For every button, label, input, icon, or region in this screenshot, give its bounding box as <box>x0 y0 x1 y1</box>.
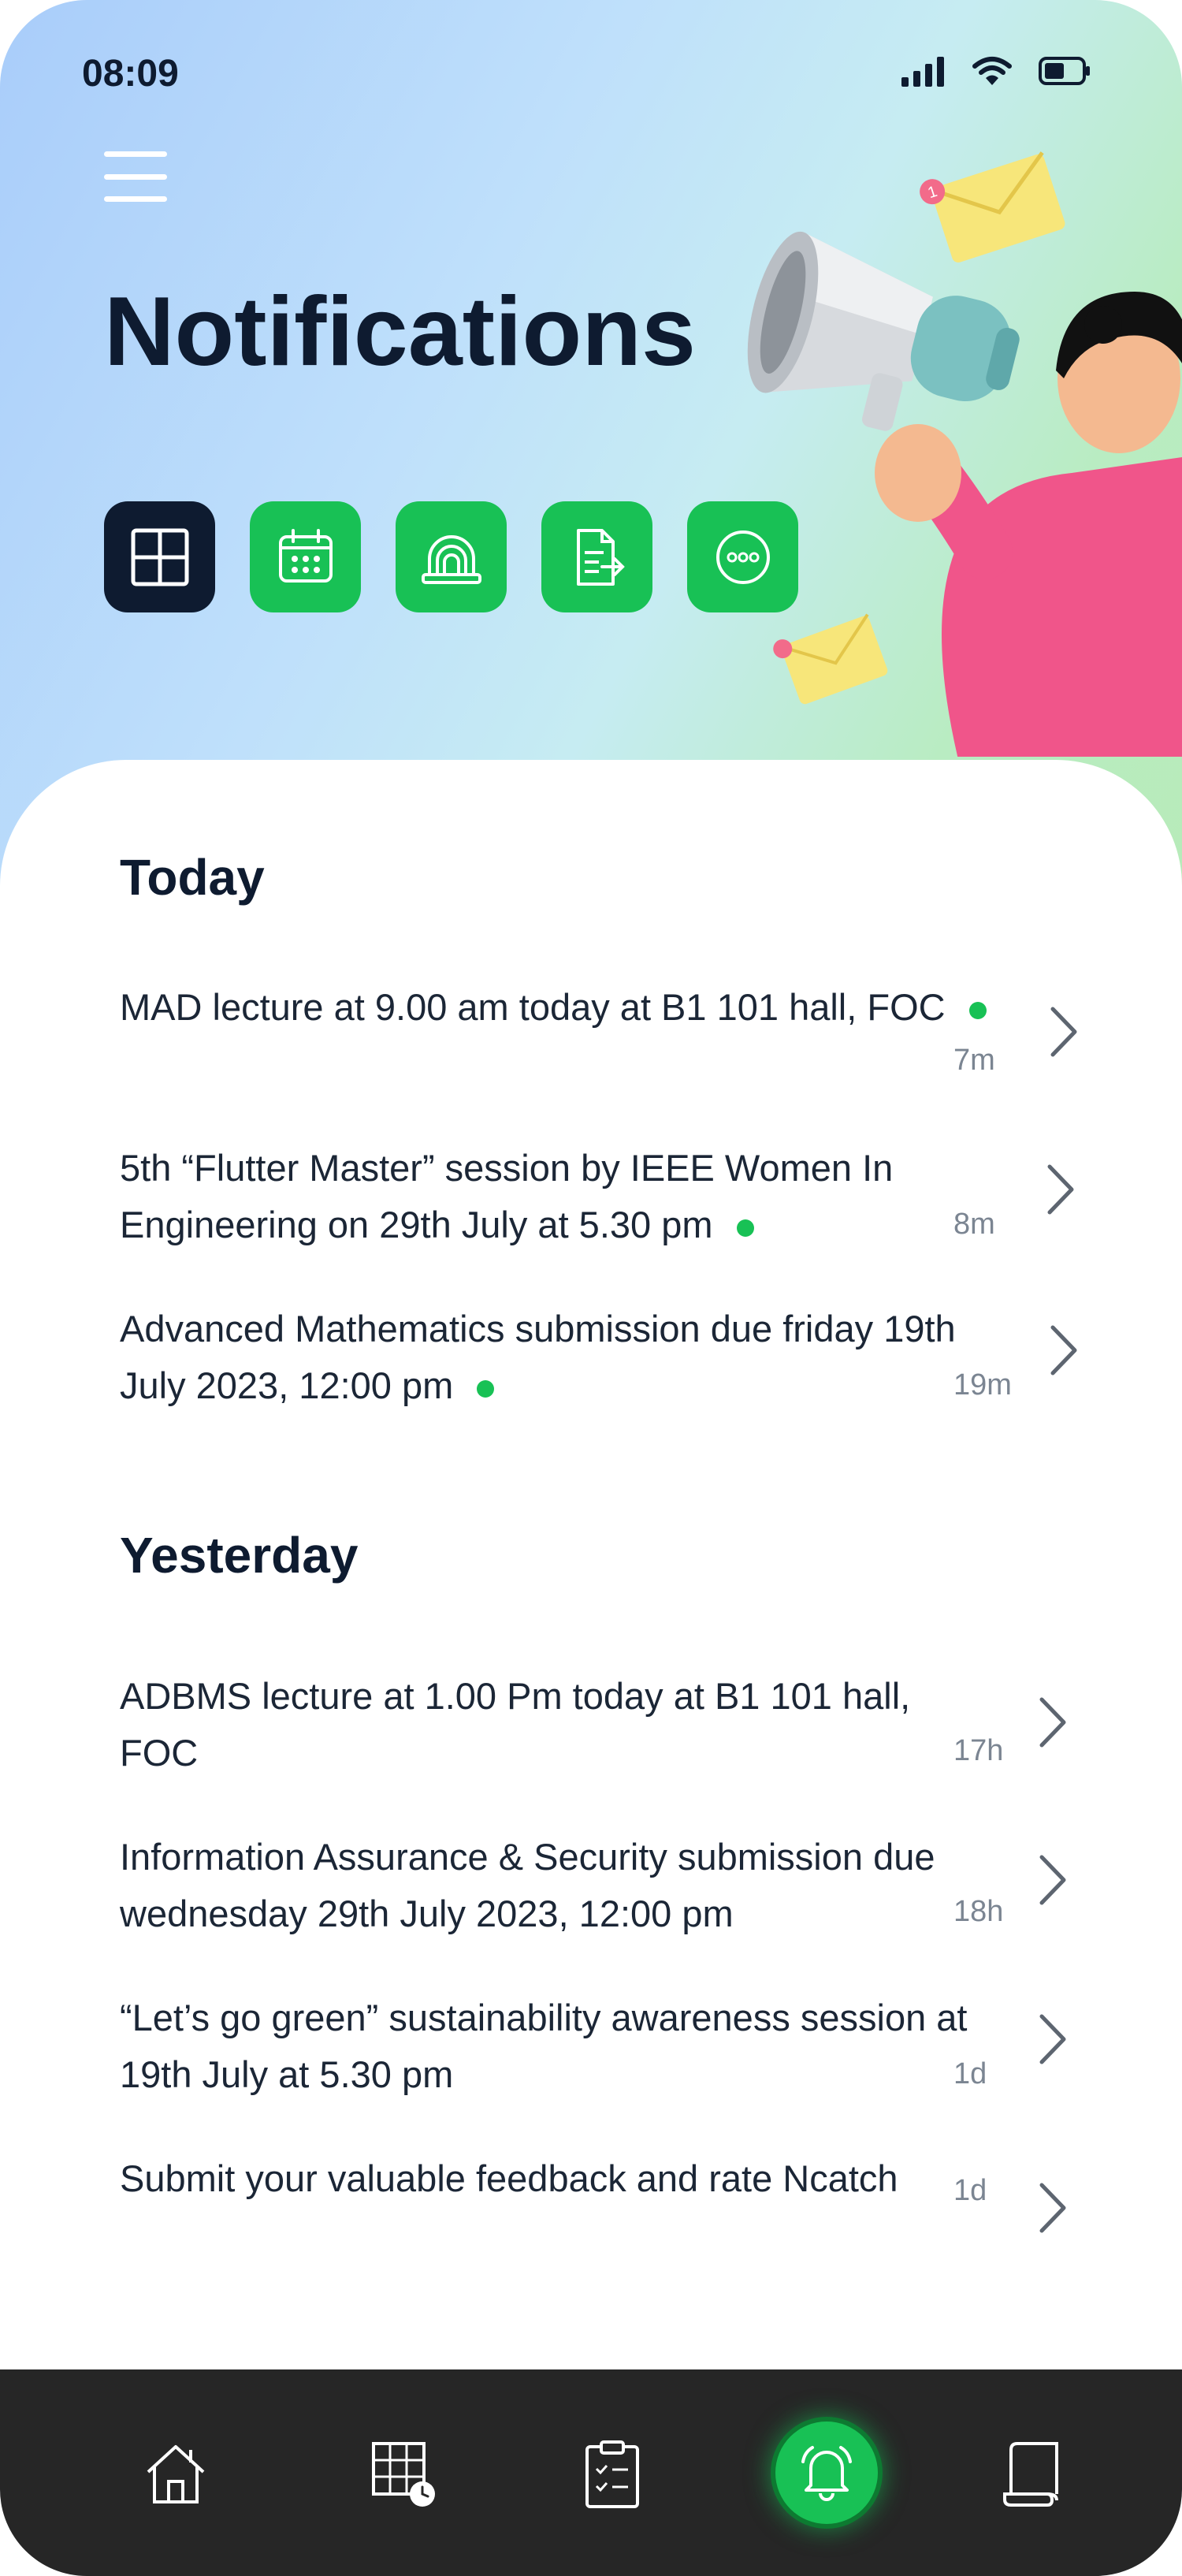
filter-all-button[interactable] <box>104 501 215 612</box>
nav-records[interactable] <box>988 2431 1075 2518</box>
chevron-right-icon <box>1039 2014 1066 2064</box>
notification-text: Submit your valuable feedback and rate N… <box>120 2157 898 2199</box>
battery-icon <box>1039 57 1090 85</box>
bottom-nav <box>0 2369 1182 2576</box>
bell-icon <box>801 2446 852 2501</box>
status-time: 08:09 <box>82 53 179 95</box>
menu-button[interactable] <box>104 151 170 202</box>
notification-item[interactable]: “Let’s go green” sustainability awarenes… <box>120 1990 1081 2108</box>
notification-text: 5th “Flutter Master” session by IEEE Wom… <box>120 1147 894 1245</box>
chevron-right-icon <box>1050 1007 1077 1057</box>
scroll-icon <box>1003 2442 1058 2507</box>
filter-alert-button[interactable] <box>396 501 507 612</box>
grid-icon <box>131 528 188 586</box>
chevron-right-icon <box>1047 1164 1074 1215</box>
section-title-yesterday: Yesterday <box>120 1527 359 1584</box>
notification-text: ADBMS lecture at 1.00 Pm today at B1 101… <box>120 1675 911 1774</box>
notification-item[interactable]: MAD lecture at 9.00 am today at B1 101 h… <box>120 979 1081 1097</box>
wifi-icon <box>972 57 1012 85</box>
unread-dot <box>477 1379 495 1398</box>
nav-timetable[interactable] <box>361 2431 448 2518</box>
chevron-right-icon <box>1039 1855 1066 1905</box>
notification-time: 17h <box>953 1734 1004 1767</box>
notification-time: 1d <box>953 2057 987 2090</box>
document-icon <box>576 528 625 586</box>
notification-text: Advanced Mathematics submission due frid… <box>120 1308 956 1406</box>
menu-bar <box>104 151 167 157</box>
envelope-icon: 1 <box>920 151 1065 263</box>
menu-bar <box>104 173 167 180</box>
notification-item[interactable]: 5th “Flutter Master” session by IEEE Wom… <box>120 1140 1081 1258</box>
notifications-screen: 08:09 Notifications 1 Today MAD lecture … <box>0 0 1182 2576</box>
notification-text: Information Assurance & Security submiss… <box>120 1836 935 1934</box>
notifications-card: Today MAD lecture at 9.00 am today at B1… <box>0 760 1182 2384</box>
filter-document-button[interactable] <box>541 501 652 612</box>
unread-dot <box>736 1219 754 1237</box>
menu-bar <box>104 196 167 202</box>
notification-text: “Let’s go green” sustainability awarenes… <box>120 1997 968 2095</box>
unread-dot <box>968 1001 987 1019</box>
section-title-today: Today <box>120 849 265 906</box>
alarm-icon <box>421 534 481 584</box>
notification-time: 19m <box>953 1368 1012 1402</box>
notification-item[interactable]: Advanced Mathematics submission due frid… <box>120 1301 1081 1419</box>
notification-item[interactable]: Submit your valuable feedback and rate N… <box>120 2150 1081 2269</box>
notification-item[interactable]: Information Assurance & Security submiss… <box>120 1829 1081 1947</box>
page-title: Notifications <box>104 277 696 386</box>
nav-home[interactable] <box>132 2431 219 2518</box>
filter-calendar-button[interactable] <box>250 501 361 612</box>
clipboard-icon <box>585 2440 639 2508</box>
megaphone-icon <box>747 231 1020 431</box>
timetable-icon <box>372 2442 435 2507</box>
chevron-right-icon <box>1050 1325 1077 1375</box>
notification-item[interactable]: ADBMS lecture at 1.00 Pm today at B1 101… <box>120 1668 1081 1786</box>
cellular-signal-icon <box>901 57 944 87</box>
nav-notifications[interactable] <box>775 2422 878 2524</box>
notification-time: 1d <box>953 2174 987 2207</box>
status-icons <box>901 55 1091 87</box>
nav-tasks[interactable] <box>569 2431 656 2518</box>
calendar-icon <box>278 528 333 583</box>
notification-time: 8m <box>953 1208 995 1241</box>
megaphone-illustration: 1 <box>747 151 1182 757</box>
notification-time: 18h <box>953 1895 1004 1928</box>
chevron-right-icon <box>1039 1697 1066 1748</box>
filter-bar <box>104 501 798 612</box>
chevron-right-icon <box>1039 2183 1066 2233</box>
notification-text: MAD lecture at 9.00 am today at B1 101 h… <box>120 979 987 1036</box>
envelope-icon <box>773 613 888 705</box>
notification-time: 7m <box>953 1044 995 1077</box>
home-icon <box>147 2445 205 2503</box>
